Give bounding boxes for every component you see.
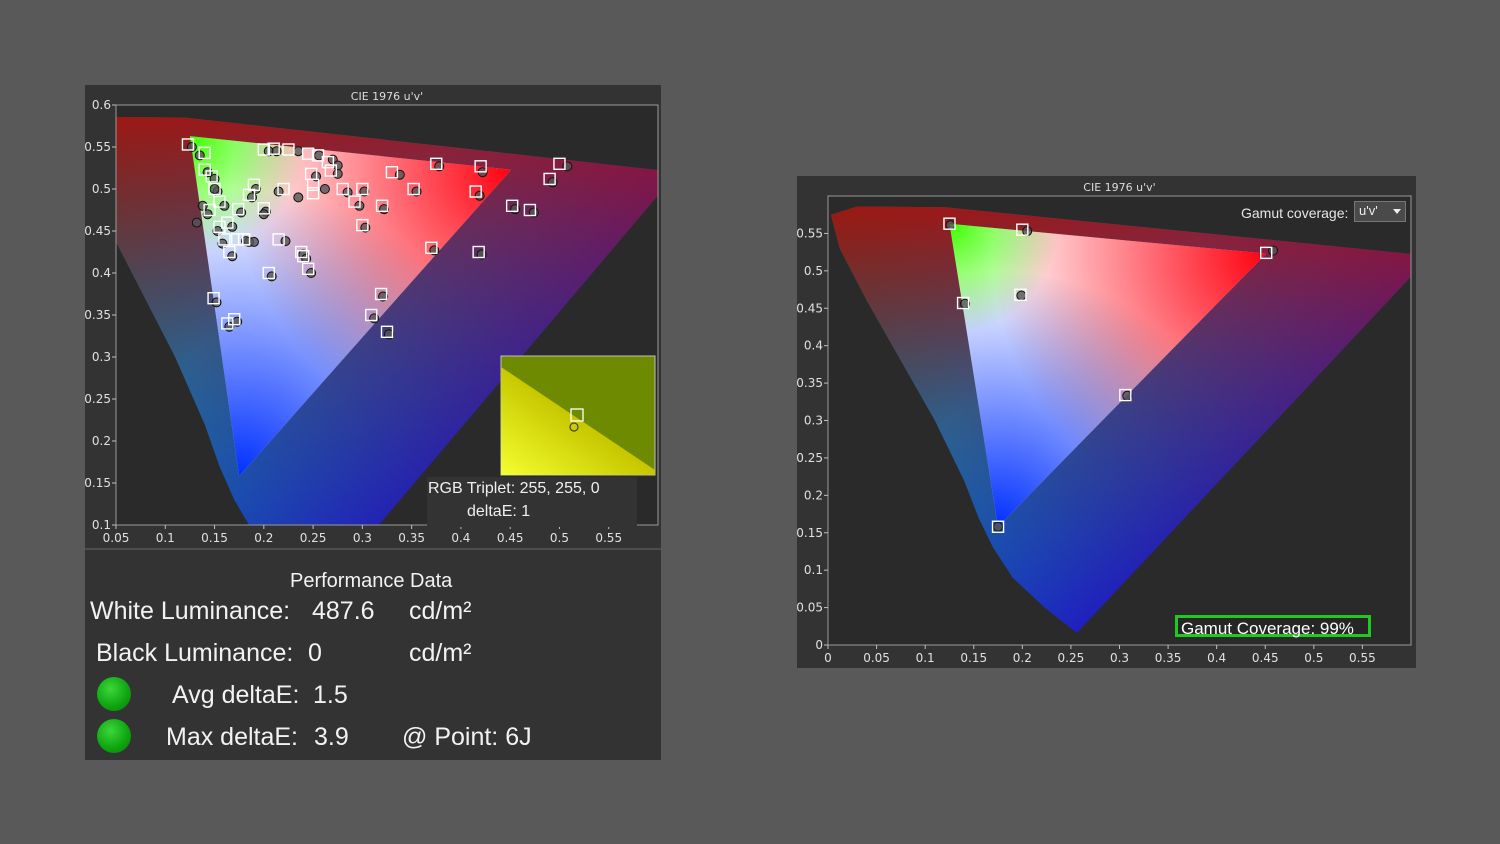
white-luminance-value: 487.6 [312,597,375,625]
x-tick-label: 0.25 [300,531,327,545]
right-chart-panel: CIE 1976 u'v' 0 0.05 0.1 0.15 0.2 0.25 0.3 0.35 0… [797,176,1416,668]
chevron-down-icon [1393,209,1401,214]
y-tick-label: 0.4 [804,339,823,353]
x-tick-label: 0.35 [398,531,425,545]
black-luminance-value: 0 [308,639,322,667]
measured-point [293,192,304,203]
gamut-coverage-result: Gamut Coverage: 99% [1175,615,1371,638]
x-tick-label: 0.55 [595,531,622,545]
y-tick-label: 0.15 [85,476,111,490]
x-tick-label: 0.35 [1155,651,1182,665]
y-tick-label: 0 [815,638,823,652]
measured-point [1016,290,1027,301]
measured-point [993,521,1004,532]
max-delta-label: Max deltaE: [166,723,299,751]
gamut-select-value: u'v' [1359,203,1378,218]
measured-point [293,146,304,157]
x-tick-label: 0.05 [863,651,890,665]
y-tick-label: 0.5 [804,264,823,278]
chart-title: CIE 1976 u'v' [351,90,423,103]
rgb-triplet-text: RGB Triplet: 255, 255, 0 [428,480,600,497]
gamut-coverage-select[interactable]: u'v' [1354,201,1406,222]
measured-point [209,184,220,194]
avg-delta-label: Avg deltaE: [172,681,300,709]
x-tick-label: 0.3 [1110,651,1129,665]
white-luminance-label: White Luminance: [90,597,291,625]
measured-point [197,200,208,211]
y-tick-label: 0.1 [92,518,111,532]
black-luminance-unit: cd/m² [409,639,472,667]
y-tick-label: 0.15 [797,526,823,540]
measured-point [474,190,485,201]
y-tick-label: 0.1 [804,563,823,577]
x-tick-label: 0.25 [1058,651,1085,665]
measured-point [945,220,956,231]
x-tick-label: 0.05 [103,531,130,545]
x-tick-label: 0.55 [1349,651,1376,665]
delta-e-text: deltaE: 1 [467,503,531,520]
measured-point [319,184,330,194]
performance-title: Performance Data [290,570,453,592]
x-tick-label: 0.15 [201,531,228,545]
avg-delta-value: 1.5 [313,681,348,709]
white-luminance-unit: cd/m² [409,597,472,625]
max-delta-status-icon [97,719,131,753]
y-tick-label: 0.55 [85,140,111,154]
cie-chart-right: CIE 1976 u'v' 0 0.05 0.1 0.15 0.2 0.25 0.3 0.35 0… [797,181,1412,665]
y-tick-label: 0.55 [797,226,823,240]
y-tick-label: 0.3 [92,350,111,364]
left-chart-panel: CIE 1976 u'v' 0.05 0.1 0.15 0.2 0.25 0.3 0.35 0.… [85,85,661,760]
rgb-info-box: RGB Triplet: 255, 255, 0 deltaE: 1 [427,477,637,527]
y-tick-label: 0.6 [92,98,111,112]
y-tick-label: 0.3 [804,414,823,428]
y-tick-label: 0.45 [797,301,823,315]
x-tick-label: 0.45 [497,531,524,545]
x-tick-label: 0.1 [156,531,175,545]
chart-title: CIE 1976 u'v' [1083,181,1155,194]
y-tick-label: 0.2 [92,434,111,448]
black-luminance-label: Black Luminance: [96,639,294,667]
x-tick-label: 0.2 [1013,651,1032,665]
panel-divider [85,548,661,550]
x-tick-label: 0.4 [1207,651,1226,665]
y-tick-label: 0.25 [797,451,823,465]
y-tick-label: 0.4 [92,266,111,280]
y-tick-label: 0.45 [85,224,111,238]
gamut-coverage-label: Gamut coverage: [1241,205,1349,221]
max-delta-value: 3.9 [314,723,349,751]
x-tick-label: 0.5 [550,531,569,545]
y-tick-label: 0.25 [85,392,111,406]
x-tick-label: 0.2 [254,531,273,545]
x-tick-label: 0.1 [916,651,935,665]
avg-delta-status-icon [97,677,131,711]
x-tick-label: 0.4 [451,531,470,545]
max-delta-point: @ Point: 6J [402,723,532,751]
y-tick-label: 0.05 [797,601,823,615]
measured-point [332,168,343,179]
y-tick-label: 0.2 [804,488,823,502]
y-tick-label: 0.35 [797,376,823,390]
x-tick-label: 0 [824,651,832,665]
x-tick-label: 0.15 [960,651,987,665]
y-tick-label: 0.5 [92,182,111,196]
measured-point [191,217,202,228]
x-tick-label: 0.5 [1304,651,1323,665]
y-tick-label: 0.35 [85,308,111,322]
x-tick-label: 0.45 [1252,651,1279,665]
x-tick-label: 0.3 [353,531,372,545]
zoom-inset [500,355,656,476]
